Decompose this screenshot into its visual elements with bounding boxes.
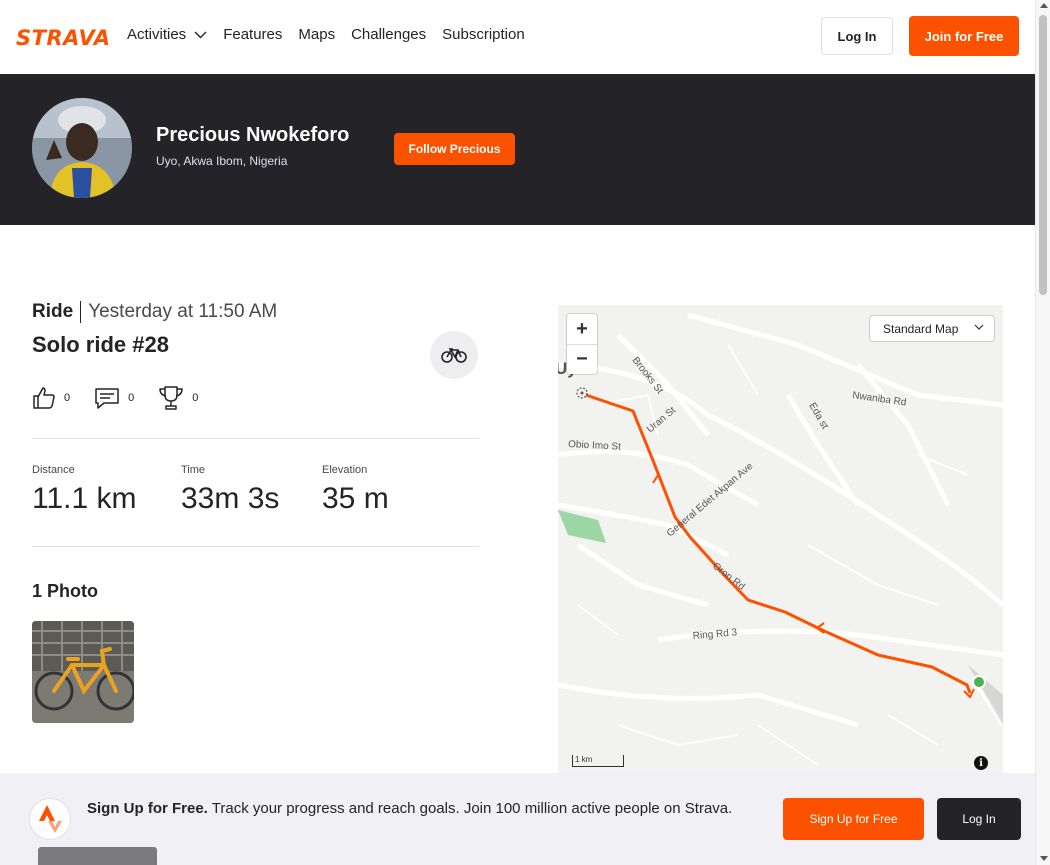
stat-elevation: Elevation 35 m <box>322 464 389 516</box>
stat-time-label: Time <box>181 464 206 476</box>
divider <box>32 438 479 439</box>
route-line <box>585 393 972 694</box>
avatar-image <box>32 98 132 198</box>
photo-image <box>32 621 134 723</box>
partially-hidden-element <box>38 847 157 865</box>
map-label-eda: Eda st <box>806 401 830 431</box>
scroll-down-arrow-icon[interactable] <box>1040 856 1048 861</box>
stat-distance-label: Distance <box>32 464 75 476</box>
athlete-location: Uyo, Akwa Ibom, Nigeria <box>156 154 288 168</box>
zoom-in-button[interactable]: + <box>567 314 597 344</box>
map-label-nwaniba: Nwaniba Rd <box>852 390 907 408</box>
athlete-header: Precious Nwokeforo Uyo, Akwa Ibom, Niger… <box>0 74 1035 225</box>
photos-title: 1 Photo <box>32 581 98 601</box>
sport-type-badge <box>430 331 478 379</box>
scrollbar-thumb[interactable] <box>1039 15 1047 295</box>
activity-type: Ride <box>32 301 82 323</box>
nav-features[interactable]: Features <box>223 26 282 43</box>
locate-icon[interactable] <box>576 387 588 399</box>
strava-mark-icon <box>39 805 62 833</box>
trophy-icon <box>159 386 183 410</box>
page-scrollbar[interactable] <box>1035 0 1050 865</box>
stat-distance-value: 11.1 km <box>32 482 137 515</box>
nav-maps[interactable]: Maps <box>298 26 335 43</box>
nav-links: Activities Features Maps Challenges Subs… <box>127 26 525 43</box>
map-style-select[interactable]: Standard Map <box>869 315 995 342</box>
athlete-name[interactable]: Precious Nwokeforo <box>156 124 349 147</box>
banner-message: Sign Up for Free. Track your progress an… <box>87 798 757 820</box>
chevron-down-icon <box>194 31 207 38</box>
map-style-value: Standard Map <box>883 321 959 336</box>
map-label-edet: General Edet Akpan Ave <box>665 461 756 540</box>
comments-count: 0 <box>128 392 135 404</box>
nav-subscription[interactable]: Subscription <box>442 26 525 43</box>
banner-signup-button[interactable]: Sign Up for Free <box>783 798 924 840</box>
achievements-count: 0 <box>192 392 199 404</box>
login-button[interactable]: Log In <box>821 17 893 55</box>
banner-headline: Sign Up for Free. <box>87 800 208 817</box>
divider <box>32 546 479 547</box>
route-map[interactable]: Brooks St Uran St Nwaniba Rd Eda st Obio… <box>558 305 1003 775</box>
map-canvas: Brooks St Uran St Nwaniba Rd Eda st Obio… <box>558 312 1003 766</box>
banner-login-button[interactable]: Log In <box>937 798 1021 840</box>
nav-challenges[interactable]: Challenges <box>351 26 426 43</box>
map-label-oron: Oron Rd <box>710 561 747 593</box>
stat-time: Time 33m 3s <box>181 464 279 516</box>
banner-body: Track your progress and reach goals. Joi… <box>211 800 733 817</box>
start-marker <box>972 675 986 689</box>
comments-button[interactable]: 0 <box>94 386 134 410</box>
nav-activities[interactable]: Activities <box>127 26 207 43</box>
zoom-out-button[interactable]: − <box>567 344 597 374</box>
scroll-up-arrow-icon[interactable] <box>1040 3 1048 8</box>
stat-elevation-label: Elevation <box>322 464 368 476</box>
chevron-down-icon <box>974 324 984 330</box>
activity-header: Ride Yesterday at 11:50 AM <box>32 301 277 323</box>
achievements-button[interactable]: 0 <box>158 385 198 411</box>
social-actions: 0 0 0 <box>32 385 198 411</box>
strava-logo[interactable]: STRAVA <box>16 26 111 50</box>
thumbs-up-icon <box>33 387 55 409</box>
map-label-ring: Ring Rd 3 <box>692 627 738 642</box>
info-icon[interactable]: i <box>974 756 988 770</box>
bike-icon <box>441 348 467 363</box>
athlete-avatar[interactable] <box>32 98 132 198</box>
join-button[interactable]: Join for Free <box>909 16 1019 56</box>
map-label-uran: Uran St <box>645 405 678 435</box>
nav-activities-label: Activities <box>127 26 187 43</box>
top-nav: STRAVA Activities Features Maps Challeng… <box>0 0 1035 74</box>
comment-icon <box>95 388 119 409</box>
activity-photo[interactable] <box>32 621 134 723</box>
zoom-controls: + − <box>567 314 597 374</box>
stat-distance: Distance 11.1 km <box>32 464 137 516</box>
stat-time-value: 33m 3s <box>181 482 280 515</box>
strava-logo-icon <box>29 798 71 840</box>
follow-button[interactable]: Follow Precious <box>394 133 515 165</box>
kudos-button[interactable]: 0 <box>32 386 70 410</box>
kudos-count: 0 <box>64 392 71 404</box>
stat-elevation-value: 35 m <box>322 482 389 515</box>
activity-time: Yesterday at 11:50 AM <box>88 301 278 322</box>
map-scale: 1 km <box>572 755 624 767</box>
activity-title: Solo ride #28 <box>32 332 169 357</box>
